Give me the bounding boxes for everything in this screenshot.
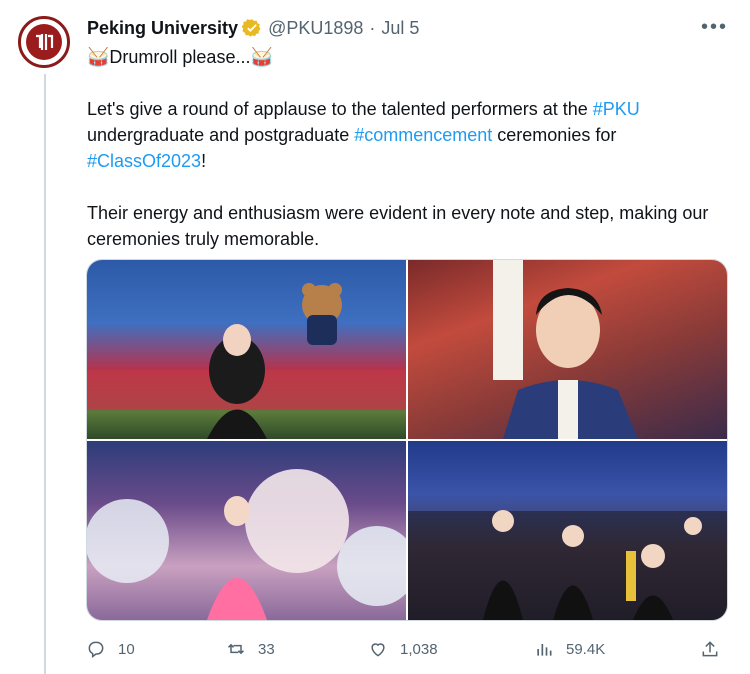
tweet-text-segment: ceremonies for	[492, 125, 617, 145]
tweet-header: Peking University @PKU1898 · Jul 5 •••	[87, 16, 728, 40]
like-button[interactable]: 1,038	[368, 639, 438, 659]
media-grid	[86, 259, 728, 621]
tweet-date[interactable]: Jul 5	[381, 18, 419, 39]
tweet-text: 🥁Drumroll please...🥁 Let's give a round …	[87, 44, 727, 252]
hashtag-commencement[interactable]: #commencement	[354, 125, 492, 145]
retweet-count: 33	[258, 640, 275, 658]
tweet-text-segment: Let's give a round of applause to the ta…	[87, 99, 593, 119]
retweet-icon	[227, 643, 245, 655]
tweet-text-segment: !	[201, 151, 207, 171]
hashtag-classof2023[interactable]: #ClassOf2023	[87, 151, 201, 171]
views-chart-icon	[537, 644, 552, 656]
action-bar: 10 33 1,038 59.4K	[86, 634, 728, 664]
share-icon	[702, 641, 718, 657]
more-options-icon[interactable]: •••	[701, 16, 728, 39]
photo-raised-hand-performer[interactable]	[408, 260, 727, 439]
photo-singer-with-bear[interactable]	[87, 260, 406, 439]
thread-line	[44, 74, 46, 674]
tweet-line-2: Let's give a round of applause to the ta…	[87, 96, 727, 174]
photo-umbrella-dancers[interactable]	[87, 441, 406, 620]
reply-count: 10	[118, 640, 135, 658]
hashtag-pku[interactable]: #PKU	[593, 99, 640, 119]
reply-button[interactable]: 10	[86, 639, 135, 659]
separator: ·	[369, 17, 376, 38]
retweet-button[interactable]: 33	[226, 639, 275, 659]
like-count: 1,038	[400, 640, 438, 658]
author-name[interactable]: Peking University	[87, 18, 238, 39]
views-count: 59.4K	[566, 640, 606, 658]
avatar[interactable]	[18, 16, 70, 68]
tweet-line-1: 🥁Drumroll please...🥁	[87, 47, 273, 67]
heart-icon	[371, 643, 385, 657]
tweet-text-segment: undergraduate and postgraduate	[87, 125, 355, 145]
photo-graduates-crowd[interactable]	[408, 441, 727, 620]
share-button[interactable]	[700, 639, 720, 659]
verified-badge-icon	[242, 19, 261, 37]
views-button[interactable]: 59.4K	[534, 639, 605, 659]
author-handle[interactable]: @PKU1898	[268, 18, 363, 39]
reply-icon	[88, 641, 104, 658]
pku-logo-icon	[26, 24, 62, 60]
tweet-line-3: Their energy and enthusiasm were evident…	[87, 203, 709, 249]
